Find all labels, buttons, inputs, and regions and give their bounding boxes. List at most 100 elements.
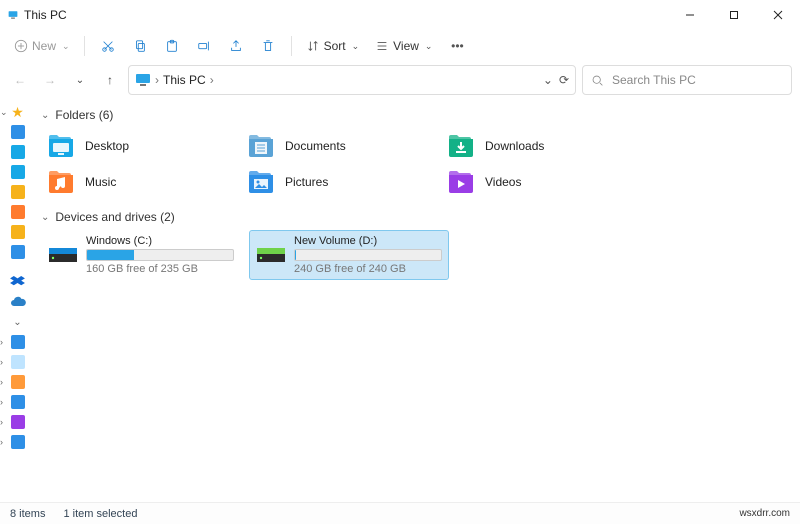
chevron-down-icon: ⌄ [41, 110, 49, 121]
app-monitor-icon [8, 10, 18, 20]
window-title: This PC [24, 8, 67, 22]
share-button[interactable] [221, 33, 251, 59]
folder-item-music[interactable]: Music [41, 164, 241, 200]
drives-group-header[interactable]: ⌄ Devices and drives (2) [41, 210, 786, 224]
drive-label: New Volume (D:) [294, 235, 442, 247]
toolbar: New ⌄ Sort ⌄ View ⌄ ••• [0, 30, 800, 62]
sidebar-item[interactable] [0, 162, 35, 182]
sidebar: ⌄★⌄›››››› [0, 98, 35, 502]
minimize-button[interactable] [668, 0, 712, 30]
toolbar-separator [84, 36, 85, 56]
pictures-folder-icon [247, 168, 275, 196]
videos-folder-icon [447, 168, 475, 196]
title-bar: This PC [0, 0, 800, 30]
share-icon [229, 39, 243, 53]
downloads-folder-icon [447, 132, 475, 160]
sort-icon [306, 39, 320, 53]
sidebar-item[interactable] [0, 122, 35, 142]
new-label: New [32, 39, 56, 53]
view-label: View [393, 39, 419, 53]
folder-item-pictures[interactable]: Pictures [241, 164, 441, 200]
maximize-button[interactable] [712, 0, 756, 30]
folder-label: Pictures [285, 175, 328, 189]
folders-group-label: Folders (6) [55, 108, 113, 122]
crumb-separator-icon: › [155, 73, 159, 87]
drive-item[interactable]: New Volume (D:) 240 GB free of 240 GB [249, 230, 449, 280]
address-bar[interactable]: › This PC › ⌄ ⟳ [128, 65, 576, 95]
cut-button[interactable] [93, 33, 123, 59]
sidebar-item[interactable] [0, 142, 35, 162]
folders-grid: Desktop Documents Downloads Music Pictur… [41, 128, 786, 200]
sidebar-item[interactable] [0, 222, 35, 242]
sort-button[interactable]: Sort ⌄ [300, 33, 366, 59]
close-button[interactable] [756, 0, 800, 30]
sidebar-item[interactable]: › [0, 392, 35, 412]
sidebar-item[interactable]: › [0, 432, 35, 452]
chevron-down-icon: ⌄ [352, 41, 360, 52]
up-button[interactable]: ↑ [98, 66, 122, 94]
copy-icon [133, 39, 147, 53]
toolbar-separator [291, 36, 292, 56]
search-input[interactable]: Search This PC [582, 65, 792, 95]
folder-label: Downloads [485, 139, 544, 153]
drive-item[interactable]: Windows (C:) 160 GB free of 235 GB [41, 230, 241, 280]
drives-group-label: Devices and drives (2) [55, 210, 174, 224]
sidebar-item[interactable]: ⌄★ [0, 102, 35, 122]
delete-button[interactable] [253, 33, 283, 59]
rename-button[interactable] [189, 33, 219, 59]
status-item-count: 8 items [10, 508, 45, 520]
drives-row: Windows (C:) 160 GB free of 235 GB New V… [41, 230, 786, 280]
sidebar-item[interactable]: › [0, 412, 35, 432]
address-row: ← → ⌄ ↑ › This PC › ⌄ ⟳ Search This PC [0, 62, 800, 98]
sidebar-item [0, 262, 35, 272]
sort-label: Sort [324, 39, 346, 53]
sidebar-item[interactable] [0, 182, 35, 202]
back-button[interactable]: ← [8, 66, 32, 94]
folder-item-desktop[interactable]: Desktop [41, 128, 241, 164]
chevron-down-icon: ⌄ [425, 41, 433, 52]
address-dropdown-button[interactable]: ⌄ [543, 73, 553, 87]
folders-group-header[interactable]: ⌄ Folders (6) [41, 108, 786, 122]
folder-label: Music [85, 175, 116, 189]
sidebar-item[interactable] [0, 292, 35, 312]
more-button[interactable]: ••• [442, 33, 472, 59]
drive-free-label: 160 GB free of 235 GB [86, 263, 234, 275]
folder-item-downloads[interactable]: Downloads [441, 128, 641, 164]
window-controls [668, 0, 800, 30]
drive-usage-bar [294, 249, 442, 261]
sidebar-item[interactable]: › [0, 372, 35, 392]
search-placeholder: Search This PC [612, 73, 696, 87]
paste-button[interactable] [157, 33, 187, 59]
sidebar-item[interactable]: ⌄ [0, 312, 35, 332]
delete-icon [261, 39, 275, 53]
chevron-down-icon: ⌄ [62, 41, 70, 52]
folder-item-documents[interactable]: Documents [241, 128, 441, 164]
sidebar-item[interactable] [0, 202, 35, 222]
monitor-icon [135, 72, 151, 88]
status-selection: 1 item selected [63, 508, 137, 520]
recent-locations-button[interactable]: ⌄ [68, 66, 92, 94]
documents-folder-icon [247, 132, 275, 160]
breadcrumb-root[interactable]: This PC [163, 73, 206, 87]
refresh-button[interactable]: ⟳ [559, 73, 569, 87]
sidebar-item[interactable] [0, 272, 35, 292]
chevron-down-icon: ⌄ [41, 212, 49, 223]
drive-free-label: 240 GB free of 240 GB [294, 263, 442, 275]
drive-info: Windows (C:) 160 GB free of 235 GB [86, 235, 234, 275]
new-button[interactable]: New ⌄ [8, 33, 76, 59]
forward-button[interactable]: → [38, 66, 62, 94]
drive-icon [256, 240, 286, 270]
copy-button[interactable] [125, 33, 155, 59]
plus-circle-icon [14, 39, 28, 53]
drive-icon [48, 240, 78, 270]
view-button[interactable]: View ⌄ [369, 33, 438, 59]
folder-item-videos[interactable]: Videos [441, 164, 641, 200]
paste-icon [165, 39, 179, 53]
content-area: ⌄★⌄›››››› ⌄ Folders (6) Desktop Document… [0, 98, 800, 502]
sidebar-item[interactable]: › [0, 332, 35, 352]
folder-label: Videos [485, 175, 521, 189]
search-icon [591, 74, 604, 87]
status-bar: 8 items 1 item selected wsxdrr.com [0, 502, 800, 524]
sidebar-item[interactable] [0, 242, 35, 262]
sidebar-item[interactable]: › [0, 352, 35, 372]
